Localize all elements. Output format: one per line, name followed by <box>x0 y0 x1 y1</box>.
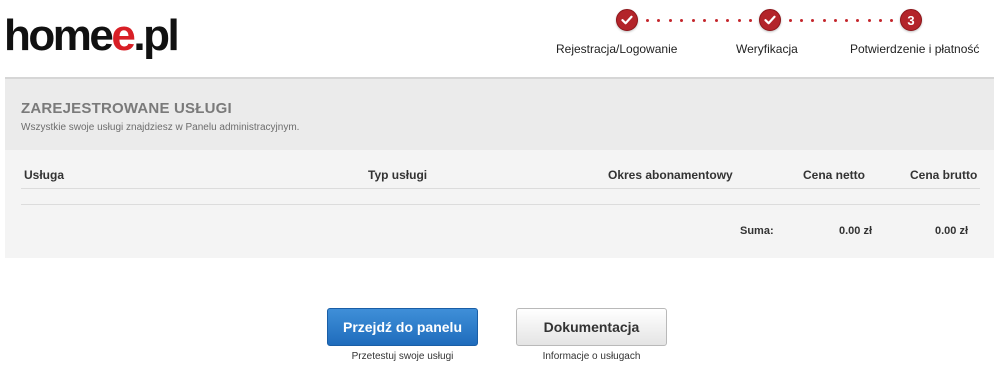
step-2-done-indicator <box>759 9 781 31</box>
go-to-panel-button[interactable]: Przejdź do panelu <box>327 308 478 346</box>
step-3-label: Potwierdzenie i płatność <box>850 42 980 56</box>
checkout-progress-steps: 3 Rejestracja/Logowanie Weryfikacja Potw… <box>0 0 1000 70</box>
step-connector-2 <box>789 19 893 22</box>
check-icon <box>621 15 633 25</box>
table-body-divider <box>21 204 980 205</box>
column-header-service: Usługa <box>24 168 65 182</box>
step-3-current-indicator: 3 <box>900 9 922 31</box>
column-header-gross-price: Cena brutto <box>910 168 978 182</box>
step-1-done-indicator <box>616 9 638 31</box>
summary-net-total: 0.00 zł <box>839 225 873 237</box>
panel-header: ZAREJESTROWANE USŁUGI Wszystkie swoje us… <box>5 79 994 150</box>
documentation-button[interactable]: Dokumentacja <box>516 308 667 346</box>
column-header-service-type: Typ usługi <box>368 168 428 182</box>
summary-gross-total: 0.00 zł <box>935 225 969 237</box>
registered-services-panel: ZAREJESTROWANE USŁUGI Wszystkie swoje us… <box>5 79 994 258</box>
step-2-label: Weryfikacja <box>736 42 798 56</box>
step-1-label: Rejestracja/Logowanie <box>556 42 678 56</box>
panel-title: ZAREJESTROWANE USŁUGI <box>21 100 232 117</box>
summary-label: Suma: <box>740 225 774 237</box>
panel-subtitle: Wszystkie swoje usługi znajdziesz w Pane… <box>21 122 300 133</box>
column-header-net-price: Cena netto <box>803 168 866 182</box>
column-header-subscription-period: Okres abonamentowy <box>608 168 733 182</box>
check-icon <box>764 15 776 25</box>
go-to-panel-caption: Przetestuj swoje usługi <box>351 351 454 362</box>
documentation-caption: Informacje o usługach <box>542 351 641 362</box>
step-3-number: 3 <box>907 12 915 28</box>
step-connector-1 <box>646 19 752 22</box>
table-header-divider <box>21 188 980 189</box>
